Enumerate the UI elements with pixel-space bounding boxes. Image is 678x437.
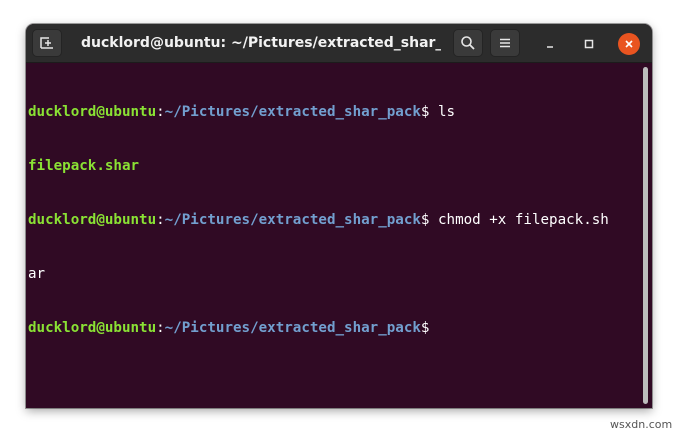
maximize-icon bbox=[584, 39, 594, 49]
wrapped-text: ar bbox=[28, 266, 46, 282]
terminal-line: ducklord@ubuntu:~/Pictures/extracted_sha… bbox=[28, 211, 636, 229]
terminal-line: ducklord@ubuntu:~/Pictures/extracted_sha… bbox=[28, 103, 636, 121]
command-text: chmod +x filepack.sh bbox=[429, 212, 609, 228]
menu-button[interactable] bbox=[490, 29, 520, 57]
minimize-button[interactable] bbox=[539, 33, 561, 55]
hamburger-menu-icon bbox=[500, 38, 510, 48]
new-tab-icon bbox=[40, 37, 53, 49]
search-icon bbox=[461, 36, 475, 50]
terminal-line: ar bbox=[28, 265, 636, 283]
output-text: filepack.shar bbox=[28, 158, 140, 174]
prompt-path: ~/Pictures/extracted_shar_pack bbox=[164, 212, 421, 228]
titlebar[interactable]: ducklord@ubuntu: ~/Pictures/extracted_sh… bbox=[26, 24, 652, 63]
prompt-separator: : bbox=[156, 320, 165, 336]
window-title: ducklord@ubuntu: ~/Pictures/extracted_sh… bbox=[81, 35, 441, 51]
watermark-text: wsxdn.com bbox=[610, 418, 673, 431]
prompt-path: ~/Pictures/extracted_shar_pack bbox=[164, 320, 421, 336]
prompt-user: ducklord@ubuntu bbox=[28, 320, 157, 336]
new-tab-button[interactable] bbox=[32, 29, 62, 57]
search-button[interactable] bbox=[453, 29, 483, 57]
scrollbar-thumb[interactable] bbox=[643, 67, 648, 404]
prompt-separator: : bbox=[156, 104, 165, 120]
close-icon bbox=[625, 40, 633, 48]
prompt-user: ducklord@ubuntu bbox=[28, 104, 157, 120]
terminal-line: ducklord@ubuntu:~/Pictures/extracted_sha… bbox=[28, 319, 636, 337]
prompt-user: ducklord@ubuntu bbox=[28, 212, 157, 228]
vertical-scrollbar[interactable] bbox=[638, 63, 652, 408]
prompt-sign: $ bbox=[420, 320, 430, 336]
maximize-button[interactable] bbox=[578, 33, 600, 55]
terminal-line: filepack.shar bbox=[28, 157, 636, 175]
prompt-path: ~/Pictures/extracted_shar_pack bbox=[164, 104, 421, 120]
terminal-output[interactable]: ducklord@ubuntu:~/Pictures/extracted_sha… bbox=[26, 63, 638, 408]
terminal-window: ducklord@ubuntu: ~/Pictures/extracted_sh… bbox=[26, 24, 652, 408]
command-text: ls bbox=[429, 104, 456, 120]
close-button[interactable] bbox=[618, 33, 640, 55]
minimize-icon bbox=[547, 46, 553, 48]
prompt-separator: : bbox=[156, 212, 165, 228]
